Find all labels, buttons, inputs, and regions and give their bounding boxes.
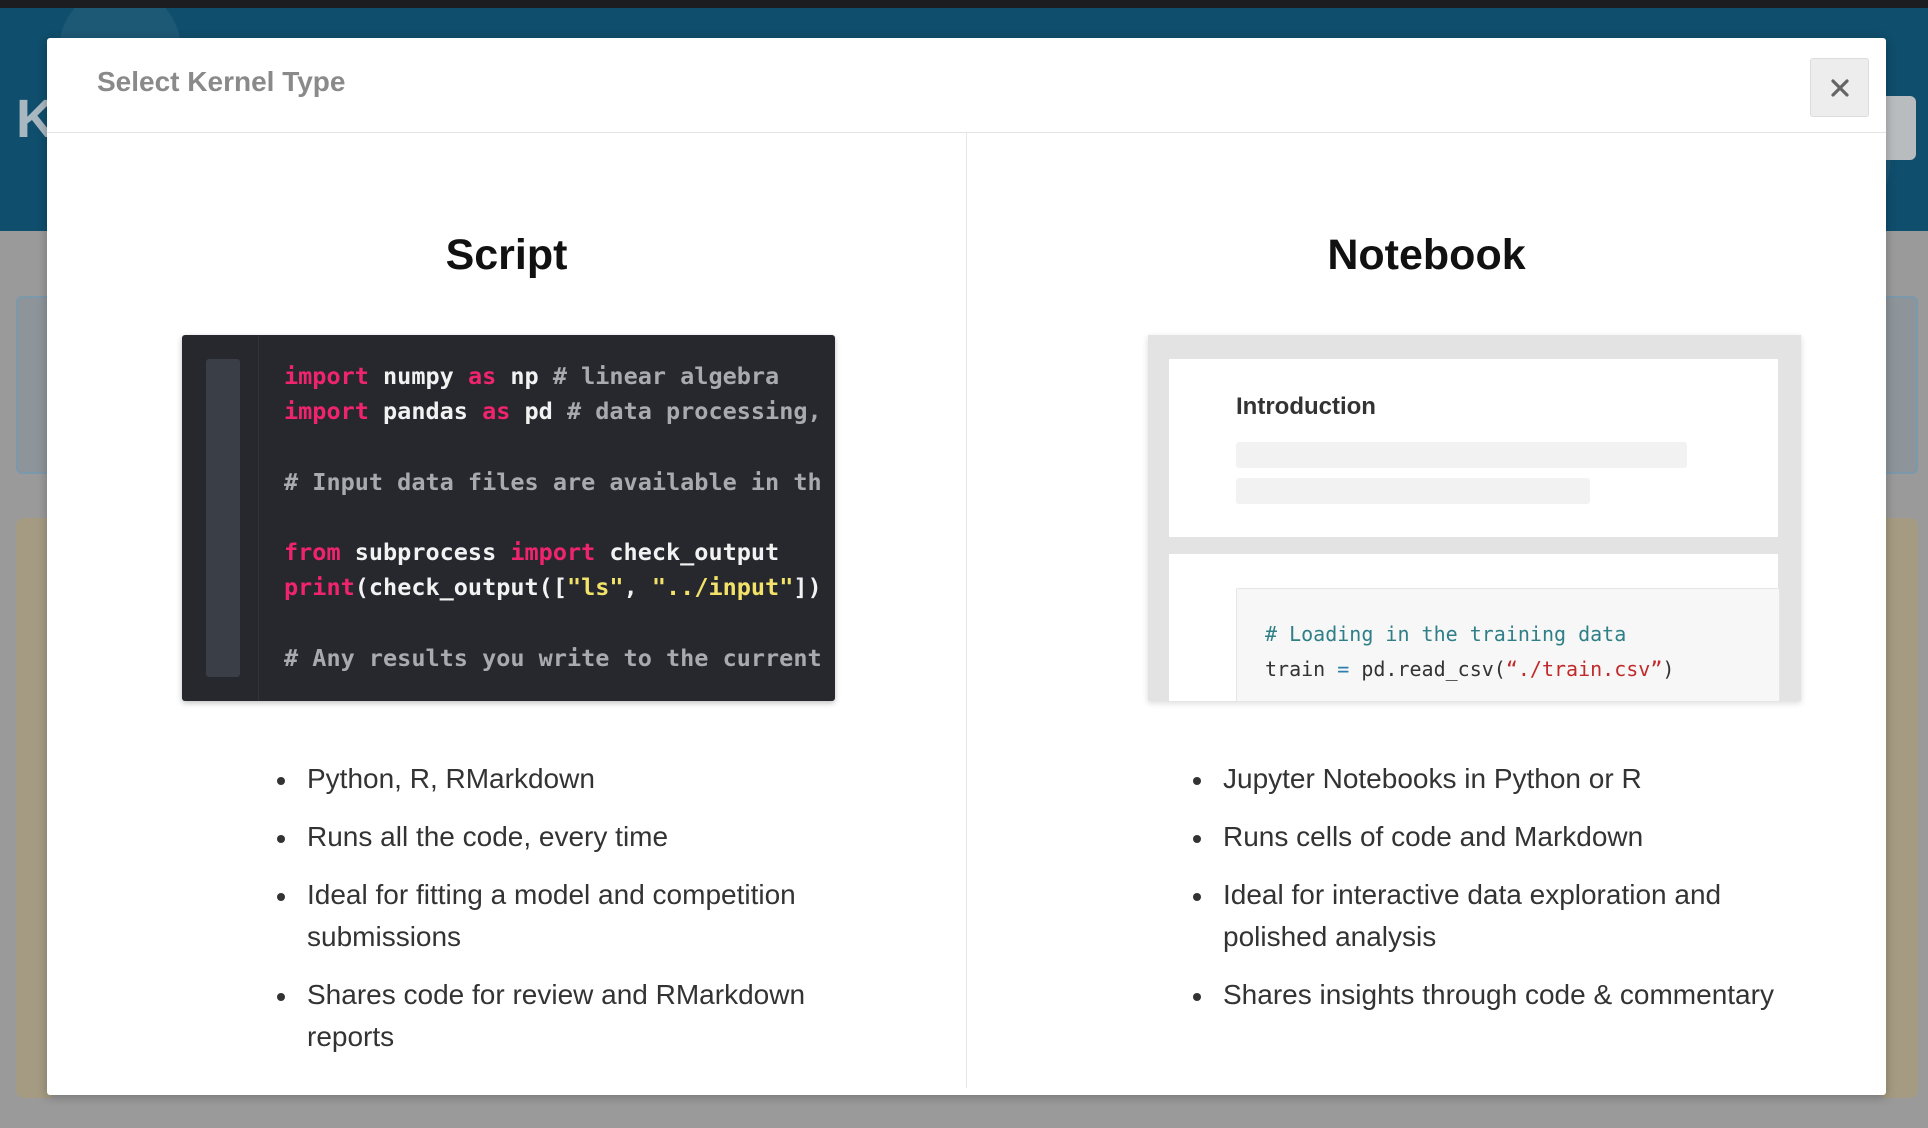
notebook-code-line: train = pd.read_csv(“./train.csv”) xyxy=(1265,652,1674,687)
notebook-option[interactable]: Notebook Introduction # Loading in the t… xyxy=(967,133,1886,1093)
code-token: import xyxy=(284,397,369,426)
script-code-line: # Input data files are available in th xyxy=(284,465,822,500)
code-token: pd xyxy=(510,397,567,426)
code-token: ) xyxy=(1662,657,1675,681)
code-token: # linear algebra xyxy=(552,362,780,390)
script-title: Script xyxy=(445,231,568,279)
code-token: , xyxy=(623,573,652,602)
script-code-line: import pandas as pd # data processing, xyxy=(284,394,822,429)
code-token: ]) xyxy=(793,573,822,602)
notebook-markdown-cell: Introduction xyxy=(1169,359,1778,537)
code-token: “./train.csv” xyxy=(1505,657,1663,681)
code-token: print xyxy=(284,573,355,602)
code-token: # Any results you write to the current xyxy=(284,643,822,672)
code-token: train xyxy=(1265,657,1338,681)
gutter-edge xyxy=(258,335,259,701)
script-code-line: from subprocess import check_output xyxy=(284,535,822,570)
script-code-line: # Any results you write to the current xyxy=(284,641,822,676)
script-code-line: import numpy as np # linear algebra xyxy=(284,359,822,394)
code-token: import xyxy=(284,362,369,390)
feature-item: Shares insights through code & commentar… xyxy=(1193,974,1783,1016)
script-code-lines: import numpy as np # linear algebra impor… xyxy=(284,359,822,676)
code-token: as xyxy=(467,362,497,390)
code-token: "../input" xyxy=(651,573,794,602)
script-code-line: print(check_output(["ls", "../input"]) xyxy=(284,570,822,605)
code-token: np xyxy=(496,362,553,390)
code-token: (check_output([ xyxy=(354,573,567,602)
notebook-title: Notebook xyxy=(1327,231,1526,279)
code-token: # Loading in the training data xyxy=(1265,622,1627,646)
code-token: from xyxy=(284,538,341,567)
code-token: numpy xyxy=(368,362,468,390)
code-token: pd.read_csv( xyxy=(1349,657,1506,681)
modal-header: Select Kernel Type xyxy=(47,38,1886,133)
line-number-gutter xyxy=(206,359,240,677)
select-kernel-type-modal: Select Kernel Type Script import numpy a… xyxy=(47,38,1886,1095)
close-icon xyxy=(1830,78,1849,97)
code-token: subprocess xyxy=(340,538,511,567)
script-feature-list: Python, R, RMarkdown Runs all the code, e… xyxy=(277,758,827,1074)
feature-item: Python, R, RMarkdown xyxy=(277,758,827,800)
feature-item: Ideal for interactive data exploration a… xyxy=(1193,874,1783,958)
notebook-code-cell: # Loading in the training data train = pd… xyxy=(1169,554,1780,701)
code-token: as xyxy=(482,397,511,426)
script-code-preview: import numpy as np # linear algebra impor… xyxy=(182,335,835,701)
code-token: pandas xyxy=(368,397,483,426)
notebook-intro-heading: Introduction xyxy=(1236,393,1376,420)
notebook-code-line: # Loading in the training data xyxy=(1265,617,1674,652)
feature-item: Jupyter Notebooks in Python or R xyxy=(1193,758,1783,800)
feature-item: Runs all the code, every time xyxy=(277,816,827,858)
script-option[interactable]: Script import numpy as np # linear algeb… xyxy=(47,133,966,1093)
placeholder-text-line xyxy=(1236,478,1590,504)
feature-item: Shares code for review and RMarkdown rep… xyxy=(277,974,827,1058)
script-code-line xyxy=(284,429,822,464)
feature-item: Ideal for fitting a model and competitio… xyxy=(277,874,827,958)
code-token: # data processing, xyxy=(566,397,822,426)
notebook-code-block: # Loading in the training data train = pd… xyxy=(1236,588,1780,701)
code-token: = xyxy=(1337,657,1350,681)
placeholder-text-line xyxy=(1236,442,1687,468)
code-token: check_output xyxy=(595,538,780,567)
code-token: import xyxy=(510,538,596,567)
code-token: "ls" xyxy=(566,573,624,602)
modal-title: Select Kernel Type xyxy=(97,66,346,97)
script-code-line xyxy=(284,605,822,640)
feature-item: Runs cells of code and Markdown xyxy=(1193,816,1783,858)
page-top-bar xyxy=(0,0,1928,8)
notebook-feature-list: Jupyter Notebooks in Python or R Runs cel… xyxy=(1193,758,1783,1032)
notebook-code-lines: # Loading in the training data train = pd… xyxy=(1265,617,1674,687)
code-token: # Input data files are available in th xyxy=(284,467,822,496)
notebook-preview: Introduction # Loading in the training d… xyxy=(1148,335,1801,701)
script-code-line xyxy=(284,500,822,535)
close-button[interactable] xyxy=(1810,58,1869,117)
